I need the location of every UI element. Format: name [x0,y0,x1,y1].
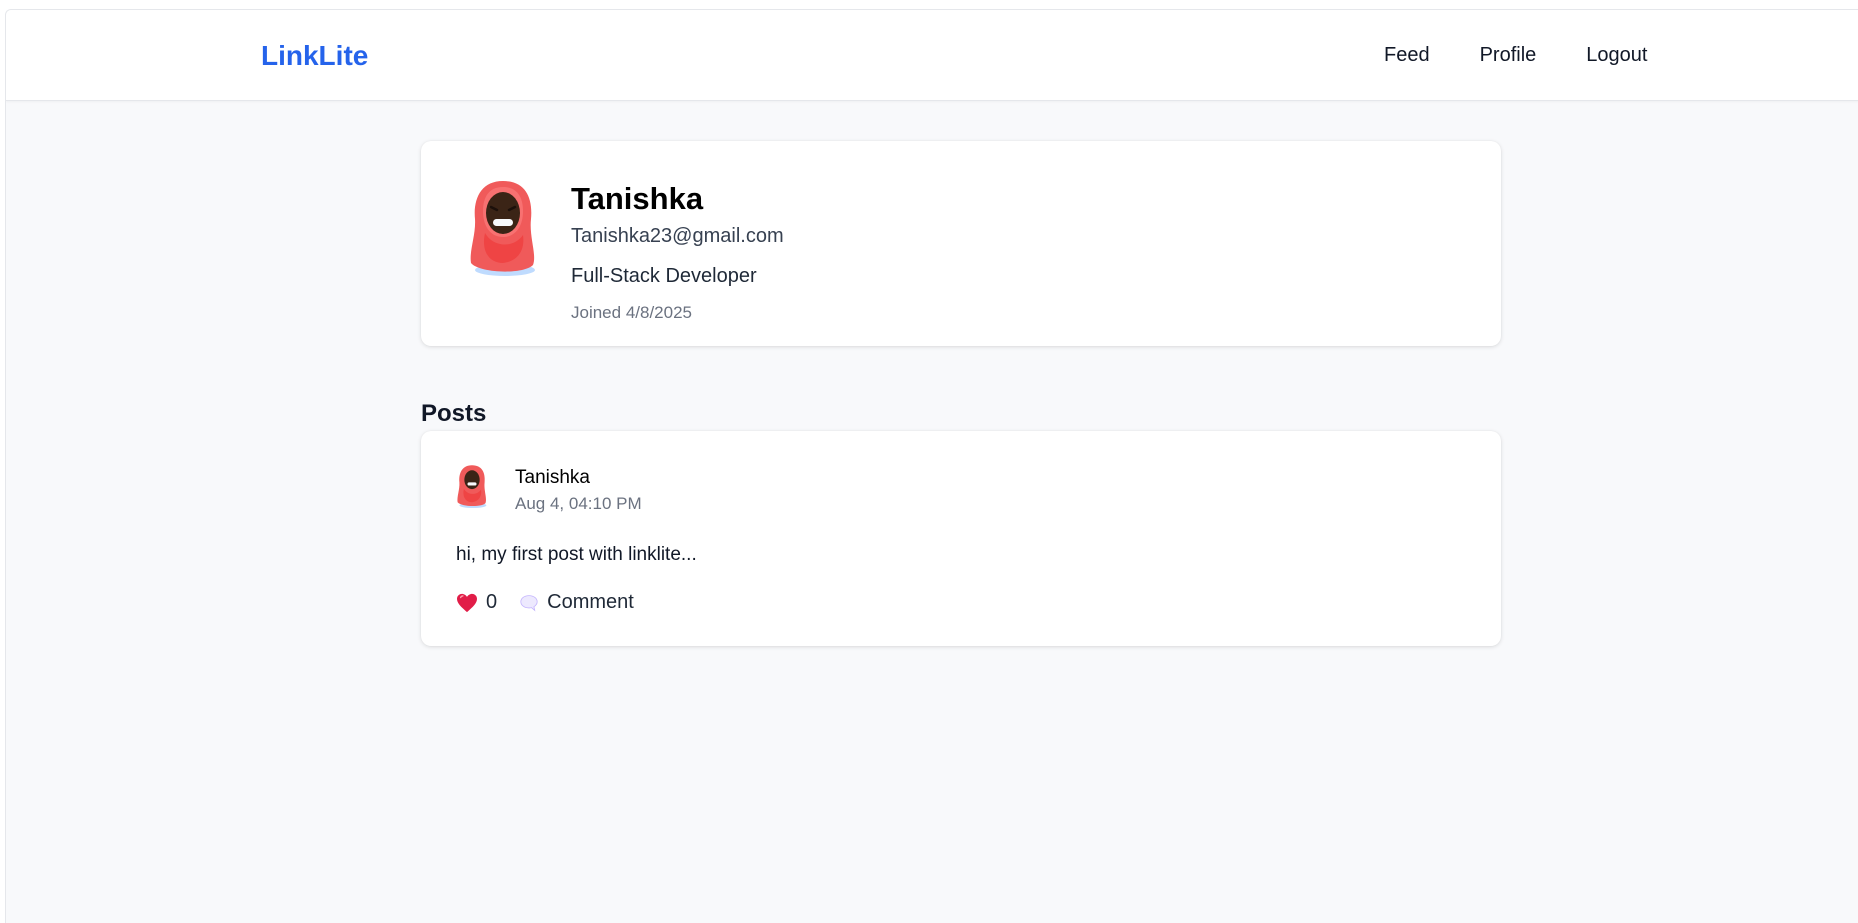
profile-bio: Full-Stack Developer [571,265,757,287]
post-card: Tanishka Aug 4, 04:10 PM hi, my first po… [421,431,1501,646]
nav-link-logout[interactable]: Logout [1586,44,1647,67]
profile-email: Tanishka23@gmail.com [571,225,784,247]
like-count: 0 [486,591,498,613]
comment-button[interactable]: Comment [519,591,634,614]
post-author: Tanishka [515,467,590,488]
like-button[interactable]: 0 [456,591,497,614]
speech-bubble-icon [520,594,538,611]
navbar: LinkLite Feed Profile Logout [6,10,1858,101]
avatar [463,177,543,277]
profile-name: Tanishka [571,181,704,216]
post-avatar [454,463,490,509]
hijab-woman-avatar-icon [470,181,535,276]
post-body: hi, my first post with linklite... [456,544,697,565]
brand-logo[interactable]: LinkLite [261,40,368,72]
nav-link-profile[interactable]: Profile [1480,44,1537,67]
app-frame: LinkLite Feed Profile Logout Tanishka Ta… [5,9,1858,923]
profile-joined-date: Joined 4/8/2025 [571,303,692,322]
post-actions: 0 Comment [456,591,634,614]
post-timestamp: Aug 4, 04:10 PM [515,494,642,513]
heart-icon [457,593,477,612]
hijab-woman-avatar-icon [457,465,487,509]
nav-links: Feed Profile Logout [1384,44,1647,67]
profile-card: Tanishka Tanishka23@gmail.com Full-Stack… [421,141,1501,346]
posts-section-title: Posts [421,399,487,427]
nav-link-feed[interactable]: Feed [1384,44,1430,67]
comment-label: Comment [547,591,634,613]
